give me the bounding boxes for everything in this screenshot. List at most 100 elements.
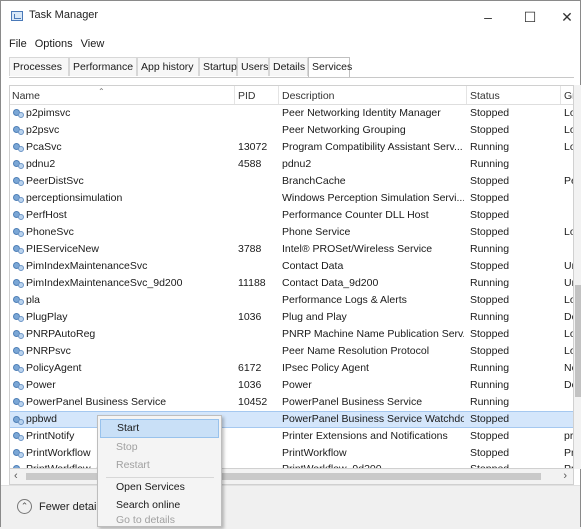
cell-name: Power xyxy=(26,379,56,391)
table-row-selected[interactable]: ppbwd PowerPanel Business Service Watchdo… xyxy=(10,411,573,428)
table-row[interactable]: PlugPlay 1036 Plug and Play Running Dco xyxy=(10,309,573,326)
service-gear-icon xyxy=(13,177,24,186)
cell-name: PNRPAutoReg xyxy=(26,328,96,340)
cell-name: p2psvc xyxy=(26,124,60,136)
cell-status: Stopped xyxy=(470,226,510,238)
cell-name: pdnu2 xyxy=(26,158,56,170)
table-row[interactable]: PrintWorkflow_9d200 PrintWorkflow_9d200 St… xyxy=(10,461,573,469)
maximize-button[interactable]: ☐ xyxy=(510,5,550,29)
cell-pid: 6172 xyxy=(238,362,262,374)
cell-description: Peer Networking Identity Manager xyxy=(282,107,441,119)
column-divider[interactable] xyxy=(560,86,561,104)
service-gear-icon xyxy=(13,416,24,425)
service-gear-icon xyxy=(13,313,24,322)
service-gear-icon xyxy=(13,279,24,288)
cell-group: Loc xyxy=(564,226,573,238)
cell-pid: 1036 xyxy=(238,379,262,391)
cell-status: Running xyxy=(470,362,510,374)
cell-description: PowerPanel Business Service Watchdog xyxy=(282,413,464,425)
table-row[interactable]: p2psvc Peer Networking Grouping Stopped Loc xyxy=(10,122,573,139)
horizontal-scrollbar[interactable]: ‹ › xyxy=(9,469,574,485)
table-row[interactable]: PhoneSvc Phone Service Stopped Loc xyxy=(10,224,573,241)
cell-pid: 11188 xyxy=(238,277,266,289)
cell-name: PolicyAgent xyxy=(26,362,82,374)
context-menu-open-services[interactable]: Open Services xyxy=(100,478,219,497)
table-row[interactable]: perceptionsimulation Windows Perception S… xyxy=(10,190,573,207)
cell-group: Unis xyxy=(564,260,573,272)
cell-status: Stopped xyxy=(470,175,510,187)
scroll-right-icon[interactable]: › xyxy=(563,470,567,482)
column-divider[interactable] xyxy=(466,86,467,104)
service-gear-icon xyxy=(13,296,24,305)
services-table: ⌃ Name PID Description Status Gro p2pims… xyxy=(9,85,574,469)
table-row[interactable]: PrintNotify Printer Extensions and Notifi… xyxy=(10,428,573,445)
table-row[interactable]: PNRPAutoReg PNRP Machine Name Publication… xyxy=(10,326,573,343)
tab-services[interactable]: Services xyxy=(308,57,352,77)
close-button[interactable]: ✕ xyxy=(552,5,581,29)
cell-name: PimIndexMaintenanceSvc_9d200 xyxy=(26,277,183,289)
service-gear-icon xyxy=(13,143,24,152)
cell-status: Stopped xyxy=(470,463,510,469)
table-row[interactable]: pdnu2 4588 pdnu2 Running xyxy=(10,156,573,173)
column-header-group[interactable]: Gro xyxy=(564,90,573,102)
cell-status: Stopped xyxy=(470,209,510,221)
table-row[interactable]: PolicyAgent 6172 IPsec Policy Agent Running… xyxy=(10,360,573,377)
cell-status: Running xyxy=(470,311,510,323)
table-row[interactable]: PeerDistSvc BranchCache Stopped Peer xyxy=(10,173,573,190)
menu-view[interactable]: View xyxy=(81,38,105,52)
service-gear-icon xyxy=(13,126,24,135)
column-header-description[interactable]: Description xyxy=(282,90,335,102)
cell-name: PowerPanel Business Service xyxy=(26,396,167,408)
cell-group: Loc xyxy=(564,294,573,306)
cell-description: Peer Networking Grouping xyxy=(282,124,406,136)
cell-status: Stopped xyxy=(470,447,510,459)
column-header-pid[interactable]: PID xyxy=(238,90,256,102)
table-row[interactable]: PcaSvc 13072 Program Compatibility Assista… xyxy=(10,139,573,156)
scroll-left-icon[interactable]: ‹ xyxy=(14,470,18,482)
column-header-name[interactable]: Name xyxy=(12,90,40,102)
tab-app-history[interactable]: App history xyxy=(137,57,199,76)
tab-performance[interactable]: Performance xyxy=(69,57,137,76)
tab-processes[interactable]: Processes xyxy=(9,57,69,76)
table-row[interactable]: PimIndexMaintenanceSvc_9d200 11188 Contact… xyxy=(10,275,573,292)
cell-name: PcaSvc xyxy=(26,141,62,153)
table-row[interactable]: PIEServiceNew 3788 Intel® PROSet/Wireless … xyxy=(10,241,573,258)
cell-status: Running xyxy=(470,158,510,170)
fewer-details-link[interactable]: Fewer details xyxy=(39,501,104,513)
table-row[interactable]: PimIndexMaintenanceSvc Contact Data Stoppe… xyxy=(10,258,573,275)
service-gear-icon xyxy=(13,194,24,203)
context-menu-start[interactable]: Start xyxy=(100,419,219,438)
service-gear-icon xyxy=(13,211,24,220)
cell-status: Running xyxy=(470,396,510,408)
column-header-status[interactable]: Status xyxy=(470,90,500,102)
cell-status: Stopped xyxy=(470,107,510,119)
service-gear-icon xyxy=(13,330,24,339)
table-row[interactable]: PrintWorkflowPrintWorkflowStoppedPrin xyxy=(10,445,573,462)
task-manager-window: Task Manager – ☐ ✕ File Options View Pro… xyxy=(0,0,581,529)
cell-group: Loc xyxy=(564,345,573,357)
column-divider[interactable] xyxy=(278,86,279,104)
table-row[interactable]: PNRPsvc Peer Name Resolution Protocol Stop… xyxy=(10,343,573,360)
table-row[interactable]: pla Performance Logs & Alerts Stopped Loc xyxy=(10,292,573,309)
service-gear-icon xyxy=(13,398,24,407)
vertical-scrollbar-thumb[interactable] xyxy=(575,285,581,397)
cell-description: Plug and Play xyxy=(282,311,347,323)
cell-status: Stopped xyxy=(470,294,510,306)
menu-options[interactable]: Options xyxy=(35,38,73,52)
tab-startup[interactable]: Startup xyxy=(199,57,237,76)
minimize-button[interactable]: – xyxy=(468,5,508,29)
table-row[interactable]: PerfHost Performance Counter DLL Host Stop… xyxy=(10,207,573,224)
menu-bar: File Options View xyxy=(9,38,104,52)
column-divider[interactable] xyxy=(234,86,235,104)
cell-description: PrintWorkflow_9d200 xyxy=(282,463,382,469)
cell-description: Phone Service xyxy=(282,226,351,238)
tab-details[interactable]: Details xyxy=(269,57,308,76)
table-row[interactable]: Power 1036 Power Running Dco xyxy=(10,377,573,394)
cell-pid: 1036 xyxy=(238,311,262,323)
vertical-scrollbar[interactable] xyxy=(574,85,581,469)
table-row[interactable]: PowerPanel Business Service 10452 PowerPan… xyxy=(10,394,573,411)
menu-file[interactable]: File xyxy=(9,38,27,52)
table-row[interactable]: p2pimsvc Peer Networking Identity Manager… xyxy=(10,105,573,122)
tab-users[interactable]: Users xyxy=(237,57,269,76)
chevron-up-icon[interactable]: ⌃ xyxy=(17,499,32,514)
